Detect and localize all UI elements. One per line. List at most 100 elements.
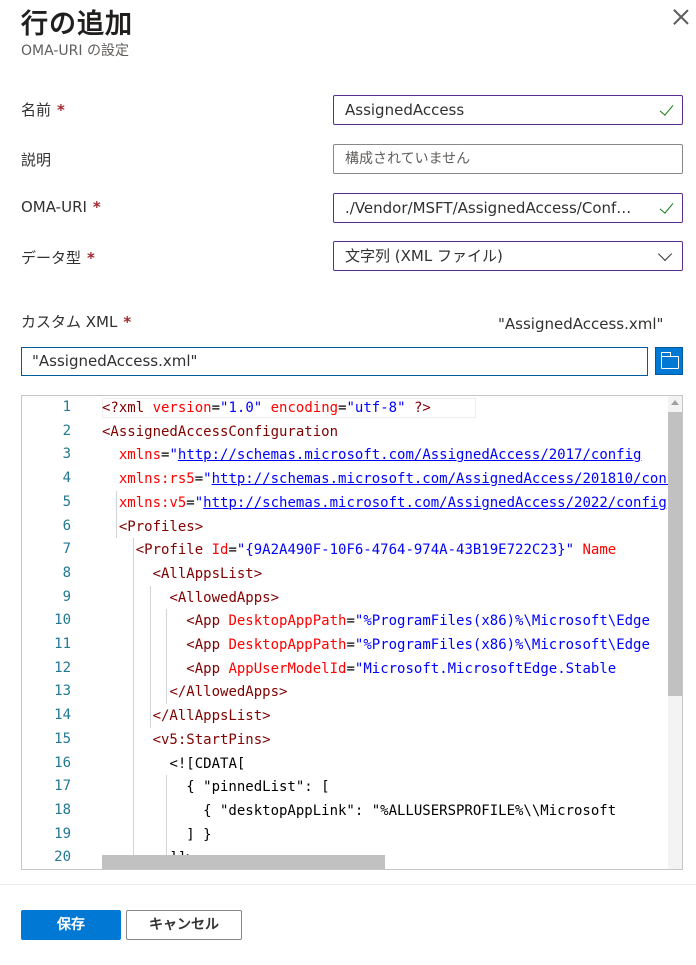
line-number: 13 <box>54 683 71 700</box>
code-token: <Profile <box>135 542 212 559</box>
vertical-scrollbar[interactable] <box>668 396 682 869</box>
horizontal-scrollbar-thumb[interactable] <box>102 855 385 869</box>
code-token: "1.0" <box>220 400 263 416</box>
required-mark: * <box>57 101 65 119</box>
code-token: Id <box>211 542 229 559</box>
line-number: 18 <box>54 801 71 818</box>
code-token: http://schemas.microsoft.com/AssignedAcc… <box>177 447 642 464</box>
code-token: = <box>346 637 355 653</box>
code-token: = <box>194 471 204 488</box>
code-token: AppUserModelId <box>228 660 347 677</box>
line-number: 10 <box>54 612 71 629</box>
checkmark-icon <box>658 102 674 118</box>
code-token: = <box>346 613 355 630</box>
code-token: <App <box>186 613 229 630</box>
file-path-input[interactable]: "AssignedAccess.xml" <box>21 347 648 376</box>
vertical-scrollbar-thumb[interactable] <box>668 412 682 696</box>
indent-guide <box>115 490 117 539</box>
code-token: </AllowedApps> <box>169 684 288 701</box>
name-input-value: AssignedAccess <box>345 101 465 119</box>
code-token: </AllAppsList> <box>152 708 271 725</box>
browse-file-button[interactable] <box>655 347 683 375</box>
line-number: 2 <box>62 422 71 439</box>
code-token: <![CDATA[ <box>169 755 246 772</box>
name-input[interactable]: AssignedAccess <box>333 95 683 125</box>
line-number: 5 <box>62 493 71 510</box>
required-mark: * <box>87 249 95 267</box>
code-token: encoding <box>270 400 339 416</box>
panel-subtitle: OMA-URI の設定 <box>21 43 129 59</box>
code-token: ] } <box>102 826 212 843</box>
code-token: <App <box>186 637 229 653</box>
name-label-text: 名前 <box>21 101 52 119</box>
code-token: { "pinnedList": [ <box>102 779 330 796</box>
code-token: "%ProgramFiles(x86)%\Microsoft\Edge <box>354 637 650 653</box>
code-line: <v5:StartPins> <box>102 728 271 752</box>
panel-title: 行の追加 <box>21 9 133 40</box>
code-line: { "desktopAppLink": "%ALLUSERSPROFILE%\\… <box>102 799 616 823</box>
line-number: 20 <box>54 849 71 866</box>
data-type-dropdown[interactable]: 文字列 (XML ファイル) <box>333 241 683 271</box>
xml-code-editor[interactable]: 1 2 3 4 5 6 7 8 9 10 11 12 13 14 15 16 17 18 19 20 <?xml ve… <box>21 395 683 870</box>
code-token: " <box>194 494 204 511</box>
indent-guide <box>132 538 134 869</box>
code-line: <?xml version="1.0" encoding="utf-8" ?> <box>102 396 431 420</box>
line-number: 15 <box>54 730 71 747</box>
scroll-up-arrow-icon[interactable] <box>671 400 679 405</box>
code-token: <Profiles> <box>118 518 204 535</box>
code-token: = <box>346 660 355 677</box>
code-token: "utf-8" <box>346 400 406 416</box>
code-token: <AssignedAccessConfiguration <box>102 423 339 440</box>
code-token: ?> <box>413 400 431 416</box>
custom-xml-label: カスタム XML * <box>21 311 131 332</box>
line-number: 17 <box>54 778 71 795</box>
code-token: xmlns:v5 <box>118 494 187 511</box>
oma-uri-label-text: OMA-URI <box>21 198 87 216</box>
code-token: Name <box>582 542 617 559</box>
code-line: <App DesktopAppPath="%ProgramFiles(x86)%… <box>102 633 650 657</box>
line-number: 19 <box>54 825 71 842</box>
line-number: 7 <box>62 541 71 558</box>
code-token: <v5:StartPins> <box>152 731 271 748</box>
line-number: 1 <box>62 399 71 415</box>
code-line: xmlns:v5="http://schemas.microsoft.com/A… <box>102 491 667 515</box>
name-label: 名前 * <box>21 99 65 120</box>
custom-xml-label-text: カスタム XML <box>21 313 118 331</box>
data-type-selected: 文字列 (XML ファイル) <box>345 247 503 265</box>
code-token: "Microsoft.MicrosoftEdge.Stable <box>354 660 617 677</box>
save-button[interactable]: 保存 <box>21 910 121 940</box>
close-icon[interactable] <box>672 8 690 26</box>
code-line: <Profile Id="{9A2A490F-10F6-4764-974A-43… <box>102 538 616 562</box>
code-token: = <box>186 494 195 511</box>
line-number: 12 <box>54 659 71 676</box>
line-number-gutter: 1 2 3 4 5 6 7 8 9 10 11 12 13 14 15 16 17 18 19 20 <box>22 396 82 869</box>
code-token: <AllAppsList> <box>152 565 263 582</box>
cancel-button[interactable]: キャンセル <box>126 910 242 940</box>
uploaded-file-name: "AssignedAccess.xml" <box>498 315 664 333</box>
code-token: DesktopAppPath <box>228 637 347 653</box>
description-label: 説明 <box>21 149 51 170</box>
description-input[interactable]: 構成されていません <box>333 144 683 174</box>
code-token: http://schemas.microsoft.com/AssignedAcc… <box>203 494 667 511</box>
oma-uri-input[interactable]: ./Vendor/MSFT/AssignedAccess/Conf… <box>333 193 683 223</box>
code-token: "{9A2A490F-10F6-4764-974A-43B19E722C23}" <box>236 542 575 559</box>
description-label-text: 説明 <box>21 151 52 169</box>
line-number: 8 <box>62 564 71 581</box>
line-number: 3 <box>62 446 71 463</box>
code-token: <AllowedApps> <box>169 589 280 606</box>
line-number: 11 <box>54 636 71 652</box>
code-token: xml <box>118 400 153 416</box>
code-token: xmlns:rs5 <box>118 471 195 488</box>
code-line: <AllAppsList> <box>102 562 263 586</box>
code-area[interactable]: <?xml version="1.0" encoding="utf-8" ?> <… <box>102 396 668 869</box>
checkmark-icon <box>658 200 674 216</box>
line-number: 9 <box>62 588 71 605</box>
code-line: <AssignedAccessConfiguration <box>102 420 338 444</box>
code-line: { "pinnedList": [ <box>102 775 330 799</box>
